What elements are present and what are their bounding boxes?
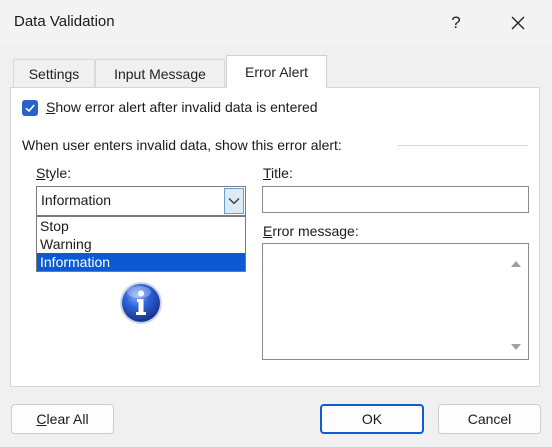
help-button[interactable]: ?: [438, 6, 474, 40]
group-label: When user enters invalid data, show this…: [22, 137, 342, 153]
style-option-information[interactable]: Information: [37, 253, 245, 271]
chevron-down-icon: [228, 198, 240, 205]
checkmark-icon: [25, 104, 35, 113]
style-option-warning[interactable]: Warning: [37, 235, 245, 253]
style-option-stop[interactable]: Stop: [37, 217, 245, 235]
style-label: Style:: [36, 165, 72, 181]
scroll-up-icon[interactable]: [510, 255, 522, 271]
style-select-value: Information: [41, 192, 112, 208]
error-message-textarea[interactable]: [262, 243, 529, 360]
show-error-alert-checkbox[interactable]: [22, 100, 38, 116]
close-icon: [511, 16, 525, 30]
error-message-label: Error message:: [263, 223, 359, 239]
close-button[interactable]: [500, 6, 536, 40]
tab-settings[interactable]: Settings: [13, 59, 95, 87]
window-title: Data Validation: [14, 13, 115, 30]
show-error-alert-label[interactable]: Show error alert after invalid data is e…: [46, 99, 318, 115]
title-input[interactable]: [262, 186, 529, 213]
tab-error-alert[interactable]: Error Alert: [226, 55, 327, 88]
scroll-down-icon[interactable]: [510, 338, 522, 354]
ok-button[interactable]: OK: [320, 404, 424, 434]
clear-all-button[interactable]: Clear All: [11, 404, 114, 434]
style-dropdown-button[interactable]: [224, 188, 244, 214]
title-label: Title:: [263, 165, 293, 181]
group-divider: [398, 145, 528, 146]
information-icon: [119, 281, 163, 325]
tab-input-message[interactable]: Input Message: [95, 59, 225, 87]
cancel-button[interactable]: Cancel: [438, 404, 541, 434]
